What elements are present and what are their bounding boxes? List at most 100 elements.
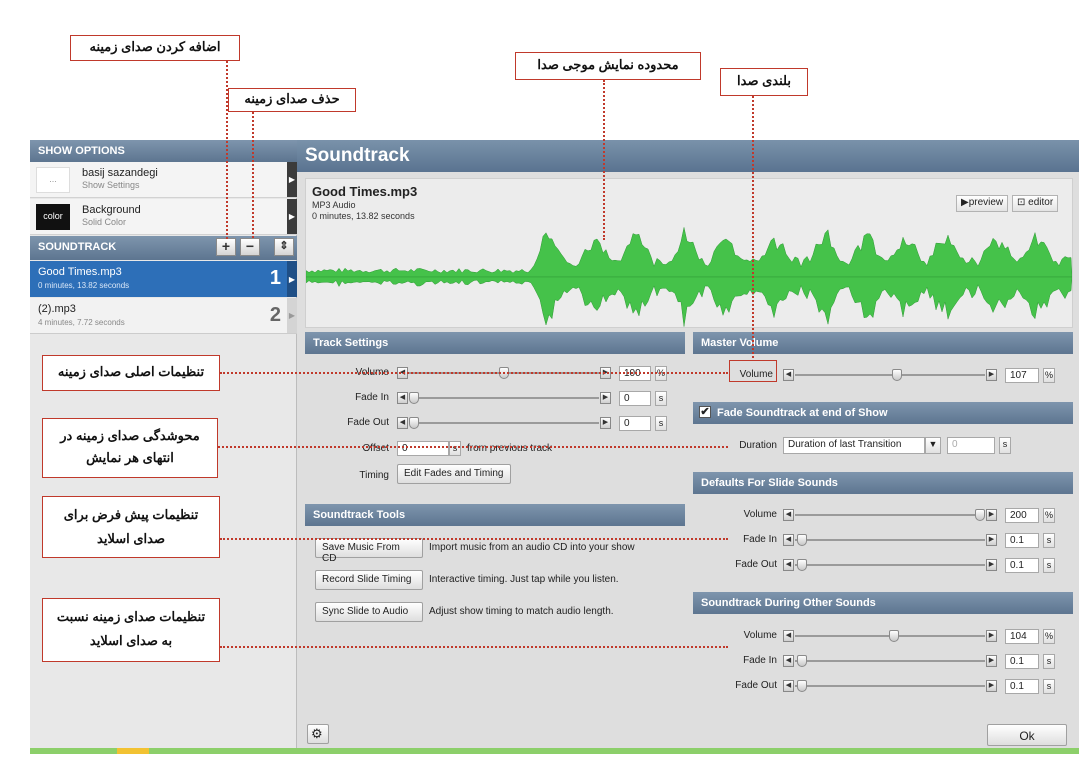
duration-number-input[interactable]: 0 xyxy=(947,437,995,454)
file-name: Good Times.mp3 xyxy=(312,184,418,199)
decrease-icon[interactable]: ◀ xyxy=(397,392,408,404)
fade-out-label: Fade Out xyxy=(347,417,389,428)
chevron-right-icon[interactable]: ▶ xyxy=(287,162,297,197)
decrease-icon[interactable]: ◀ xyxy=(783,630,794,642)
master-volume-slider[interactable]: ◀ ▶ xyxy=(783,369,997,381)
annotation-waveform: محدوده نمایش موجی صدا xyxy=(515,52,701,80)
save-music-from-cd-button[interactable]: Save Music From CD xyxy=(315,538,423,564)
seconds-unit: s xyxy=(1043,558,1055,573)
track-row[interactable]: (2).mp3 4 minutes, 7.72 seconds 2 ▶ xyxy=(30,298,297,334)
reorder-icon[interactable]: ⇕ xyxy=(274,238,294,256)
record-slide-timing-button[interactable]: Record Slide Timing xyxy=(315,570,423,590)
decrease-icon[interactable]: ◀ xyxy=(783,680,794,692)
chevron-right-icon[interactable]: ▶ xyxy=(287,199,297,234)
background-row[interactable]: color Background Solid Color ▶ xyxy=(30,199,297,235)
slide-volume-slider[interactable]: ◀ ▶ xyxy=(783,509,997,521)
track-name: Good Times.mp3 xyxy=(38,266,122,278)
editor-button[interactable]: ⊡ editor xyxy=(1012,195,1059,212)
slide-fade-out-slider[interactable]: ◀ ▶ xyxy=(783,559,997,571)
show-settings-row[interactable]: ... basij sazandegi Show Settings ▶ xyxy=(30,162,297,198)
increase-icon[interactable]: ▶ xyxy=(986,559,997,571)
slider-knob[interactable] xyxy=(797,559,807,571)
track-fade-out-slider[interactable]: ◀ ▶ xyxy=(397,417,611,429)
offset-description: from previous track xyxy=(467,443,553,454)
volume-label: Volume xyxy=(743,509,777,520)
ok-button[interactable]: Ok xyxy=(987,724,1067,746)
annotation-relative-line2: به صدای اسلاید xyxy=(89,633,173,648)
duration-select[interactable]: Duration of last Transition xyxy=(783,437,925,454)
preview-button[interactable]: ▶preview xyxy=(956,195,1009,212)
track-number: 1 xyxy=(269,267,281,289)
slide-fade-out-input[interactable]: 0.1 xyxy=(1005,558,1039,573)
defaults-slide-sounds-header: Defaults For Slide Sounds xyxy=(693,472,1073,494)
increase-icon[interactable]: ▶ xyxy=(600,392,611,404)
increase-icon[interactable]: ▶ xyxy=(986,655,997,667)
waveform-area[interactable]: Good Times.mp3 MP3 Audio 0 minutes, 13.8… xyxy=(305,178,1073,328)
sync-slide-to-audio-button[interactable]: Sync Slide to Audio xyxy=(315,602,423,622)
file-duration: 0 minutes, 13.82 seconds xyxy=(312,211,415,221)
background-title: Background xyxy=(82,204,141,216)
increase-icon[interactable]: ▶ xyxy=(986,369,997,381)
seconds-unit: s xyxy=(1043,533,1055,548)
other-fade-in-slider[interactable]: ◀ ▶ xyxy=(783,655,997,667)
offset-input[interactable]: 0 xyxy=(397,441,449,456)
slide-fade-in-slider[interactable]: ◀ ▶ xyxy=(783,534,997,546)
track-duration: 4 minutes, 7.72 seconds xyxy=(38,318,125,327)
add-sound-button[interactable]: + xyxy=(216,238,236,256)
slider-knob[interactable] xyxy=(409,417,419,429)
background-subtitle: Solid Color xyxy=(82,217,127,227)
other-fade-in-input[interactable]: 0.1 xyxy=(1005,654,1039,669)
checkbox-checked-icon[interactable]: ✔ xyxy=(699,406,711,418)
fade-in-label: Fade In xyxy=(743,655,777,666)
chevron-right-icon[interactable]: ▶ xyxy=(287,261,297,297)
remove-sound-button[interactable]: − xyxy=(240,238,260,256)
other-volume-input[interactable]: 104 xyxy=(1005,629,1039,644)
decrease-icon[interactable]: ◀ xyxy=(783,369,794,381)
annotation-defaults-line1: تنظیمات پیش فرض برای xyxy=(63,507,199,522)
percent-unit: % xyxy=(1043,508,1055,523)
edit-fades-button[interactable]: Edit Fades and Timing xyxy=(397,464,511,484)
slider-knob[interactable] xyxy=(797,655,807,667)
slider-knob[interactable] xyxy=(797,534,807,546)
seconds-unit: s xyxy=(1043,679,1055,694)
track-fade-in-input[interactable]: 0 xyxy=(619,391,651,406)
other-fade-out-input[interactable]: 0.1 xyxy=(1005,679,1039,694)
gear-icon[interactable]: ⚙ xyxy=(307,724,329,744)
soundtrack-tools-header: Soundtrack Tools xyxy=(305,504,685,526)
fade-out-label: Fade Out xyxy=(735,559,777,570)
chevron-down-icon[interactable]: ▼ xyxy=(925,437,941,454)
track-settings-header: Track Settings xyxy=(305,332,685,354)
annotation-defaults-line2: صدای اسلاید xyxy=(97,531,165,546)
slide-fade-in-input[interactable]: 0.1 xyxy=(1005,533,1039,548)
increase-icon[interactable]: ▶ xyxy=(986,680,997,692)
other-fade-out-slider[interactable]: ◀ ▶ xyxy=(783,680,997,692)
annotation-volume: بلندی صدا xyxy=(720,68,808,96)
other-volume-slider[interactable]: ◀ ▶ xyxy=(783,630,997,642)
waveform-graph xyxy=(306,227,1072,327)
slide-volume-input[interactable]: 200 xyxy=(1005,508,1039,523)
master-volume-input[interactable]: 107 xyxy=(1005,368,1039,383)
decrease-icon[interactable]: ◀ xyxy=(783,559,794,571)
decrease-icon[interactable]: ◀ xyxy=(783,534,794,546)
chevron-right-icon[interactable]: ▶ xyxy=(287,298,297,333)
decrease-icon[interactable]: ◀ xyxy=(783,509,794,521)
increase-icon[interactable]: ▶ xyxy=(986,534,997,546)
track-row-selected[interactable]: Good Times.mp3 0 minutes, 13.82 seconds … xyxy=(30,261,297,297)
tool-description: Interactive timing. Just tap while you l… xyxy=(429,574,619,585)
slider-knob[interactable] xyxy=(797,680,807,692)
show-thumbnail: ... xyxy=(36,167,70,193)
slider-knob[interactable] xyxy=(409,392,419,404)
fade-out-label: Fade Out xyxy=(735,680,777,691)
track-fade-in-slider[interactable]: ◀ ▶ xyxy=(397,392,611,404)
slider-knob[interactable] xyxy=(975,509,985,521)
slider-knob[interactable] xyxy=(892,369,903,381)
increase-icon[interactable]: ▶ xyxy=(986,509,997,521)
increase-icon[interactable]: ▶ xyxy=(986,630,997,642)
track-fade-out-input[interactable]: 0 xyxy=(619,416,651,431)
annotation-fade-line2: انتهای هر نمایش xyxy=(86,450,174,465)
slider-knob[interactable] xyxy=(888,630,899,642)
increase-icon[interactable]: ▶ xyxy=(600,417,611,429)
decrease-icon[interactable]: ◀ xyxy=(783,655,794,667)
decrease-icon[interactable]: ◀ xyxy=(397,417,408,429)
percent-unit: % xyxy=(1043,629,1055,644)
